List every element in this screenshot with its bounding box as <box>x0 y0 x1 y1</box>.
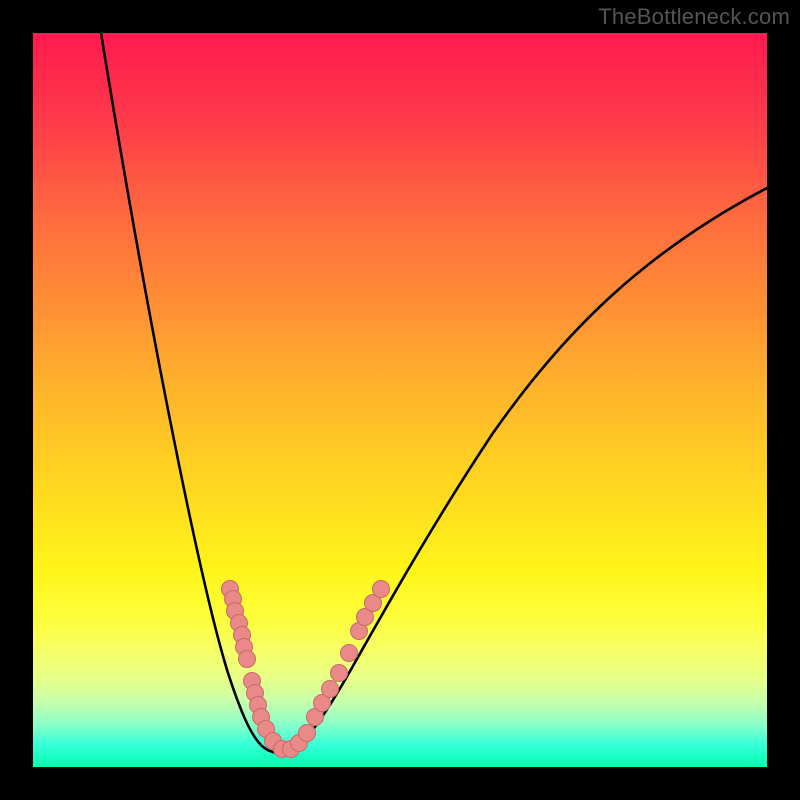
primary-curve <box>101 33 767 753</box>
data-point <box>322 681 339 698</box>
data-point <box>373 581 390 598</box>
chart-svg <box>33 33 767 767</box>
plot-area <box>33 33 767 767</box>
dot-cluster <box>222 581 390 758</box>
watermark-text: TheBottleneck.com <box>598 4 790 30</box>
data-point <box>299 725 316 742</box>
data-point <box>239 651 256 668</box>
chart-frame: TheBottleneck.com <box>0 0 800 800</box>
data-point <box>341 645 358 662</box>
data-point <box>331 665 348 682</box>
